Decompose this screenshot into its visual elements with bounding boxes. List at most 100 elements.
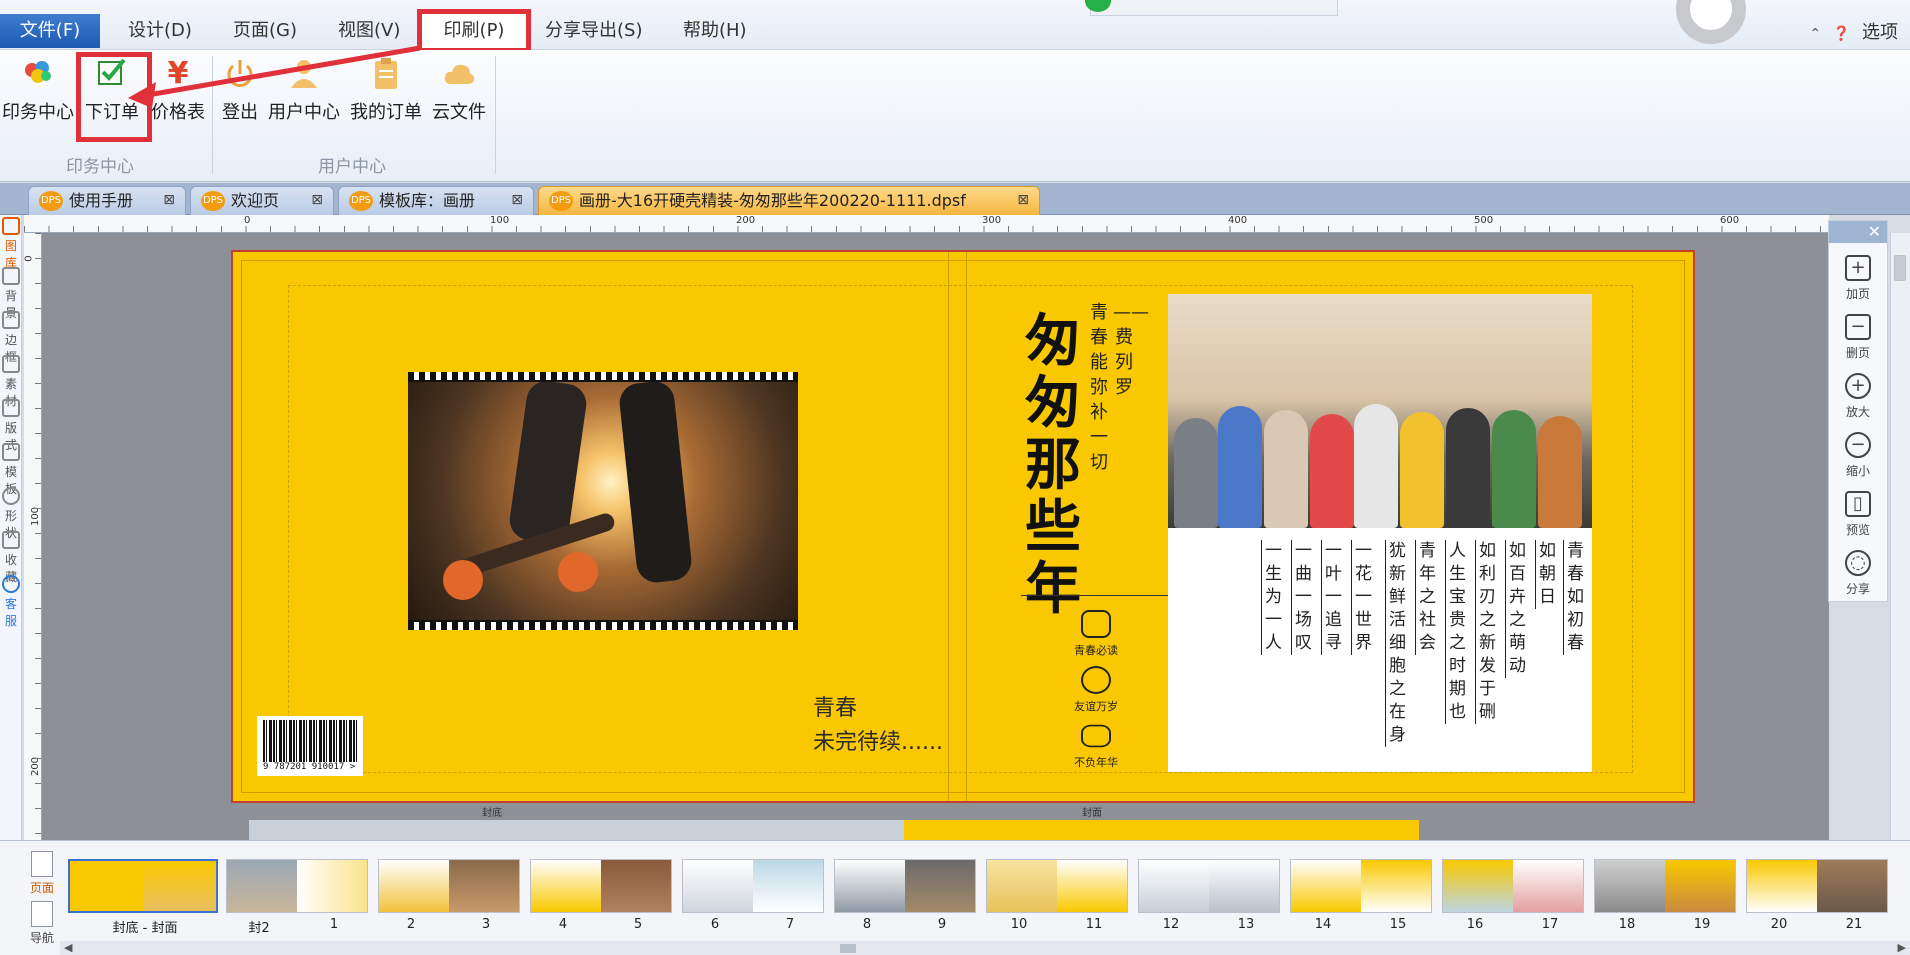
menu-print[interactable]: 印刷(P) [417,9,531,53]
my-orders-button[interactable]: 我的订单 [349,56,423,124]
navigation-icon [31,901,53,927]
close-icon[interactable]: ⊠ [511,187,523,214]
help-icon[interactable]: ❓ [1833,26,1850,42]
tab-pages[interactable]: 页面 [24,851,60,896]
scrollbar-thumb[interactable] [1894,255,1906,281]
thumb-page-6-7[interactable] [682,859,824,913]
tab-welcome[interactable]: DPS 欢迎页 ⊠ [190,186,334,215]
spine-line [948,252,949,801]
delete-page-button[interactable]: − 删页 [1829,314,1887,361]
quick-access-toolbar[interactable] [1085,0,1338,16]
zoom-out-icon: − [1845,432,1871,458]
scroll-right-icon[interactable]: ▶ [1898,941,1906,954]
cover-spread[interactable]: 9 787201 910017 > 青春 未完待续...... 匆匆那些年 青春… [231,250,1695,803]
thumb-page-10-11[interactable] [986,859,1128,913]
close-icon[interactable]: ⊠ [163,187,175,214]
page-thumbnail-bar: 页面 导航 封底 - 封面 封2 1 2 3 4 5 6 7 8 9 10 11… [0,840,1910,955]
logout-button[interactable]: 登出 [218,56,262,124]
price-list-button[interactable]: ¥ 价格表 [150,56,206,124]
close-icon[interactable]: ⊠ [1017,187,1029,214]
menu-file[interactable]: 文件(F) [0,14,100,48]
thumb-page-16-17[interactable] [1442,859,1584,913]
tab-template-library[interactable]: DPS 模板库：画册 ⊠ [338,186,534,215]
horizontal-ruler: 0 100 200 300 400 500 600 [24,215,1829,233]
thumb-half [449,860,519,912]
collapse-icon[interactable]: ⌃ [1809,26,1821,42]
thumb-cover[interactable] [68,859,218,913]
thumb-page-c2-1[interactable] [226,859,368,913]
thumb-page-18-19[interactable] [1594,859,1736,913]
thumb-half [379,860,449,912]
sidebar-item-gallery[interactable]: 图库 [0,217,22,271]
poem-line: 青春如初春 [1563,540,1585,655]
thumb-half [143,861,216,911]
badge-youth[interactable]: 青春必读 [1041,610,1151,658]
options-label[interactable]: 选项 [1862,22,1898,43]
yen-icon: ¥ [167,56,189,91]
thumb-half [835,860,905,912]
thumb-label: 8 [862,917,872,932]
preview-button[interactable]: ▯ 预览 [1829,491,1887,538]
zoom-in-button[interactable]: + 放大 [1829,373,1887,420]
add-page-button[interactable]: + 加页 [1829,255,1887,302]
print-center-icon [22,56,54,92]
scroll-left-icon[interactable]: ◀ [64,941,72,954]
isbn-barcode[interactable]: 9 787201 910017 > [257,716,363,776]
thumb-page-12-13[interactable] [1138,859,1280,913]
vertical-scrollbar[interactable] [1890,233,1910,840]
menu-help[interactable]: 帮助(H) [683,14,747,48]
poem-line: 人生宝贵之时期也 [1445,540,1467,724]
photo-wheel [558,552,598,592]
cover-author[interactable]: ——费列罗 [1113,300,1149,400]
thumb-label: 1 [329,917,339,932]
ruler-label: 600 [1720,215,1740,226]
thumb-half [1443,860,1513,912]
zoom-out-button[interactable]: − 缩小 [1829,432,1887,479]
thumb-label: 9 [937,917,947,932]
print-center-button[interactable]: 印务中心 [2,56,74,124]
thumb-half [297,860,367,912]
thumb-page-2-3[interactable] [378,859,520,913]
options-area[interactable]: ⌃ ❓ 选项 [1809,18,1898,44]
thumb-page-20-21[interactable] [1746,859,1888,913]
menu-design[interactable]: 设计(D) [128,14,192,48]
badge-youth-years[interactable]: 不负年华 [1041,722,1151,770]
user-icon [288,56,320,92]
back-cover-text[interactable]: 青春 未完待续...... [813,692,943,760]
badge-friendship[interactable]: 友谊万岁 [1041,666,1151,714]
thumb-label: 21 [1845,917,1863,932]
film-photo-frame[interactable] [408,372,798,630]
photo-person [1446,408,1490,528]
close-icon[interactable]: ✕ [1829,221,1887,243]
cover-subtitle[interactable]: 青春能弥补一切 [1088,300,1110,475]
tab-user-manual[interactable]: DPS 使用手册 ⊠ [28,186,186,215]
scrollbar-thumb[interactable] [840,944,856,953]
cloud-files-button[interactable]: 云文件 [430,56,488,124]
thumb-page-4-5[interactable] [530,859,672,913]
poem-text-block[interactable]: 一生为一人 一曲一场叹 一叶一追寻 一花一世界 犹新鲜活细胞之在身 青年之社会 … [1168,528,1592,772]
cover-title[interactable]: 匆匆那些年 [1023,310,1083,620]
tab-navigation[interactable]: 导航 [24,901,60,946]
friends-photo[interactable] [1168,294,1592,528]
sidebar-item-support[interactable]: 客服 [0,575,22,629]
thumb-label: 18 [1618,917,1636,932]
menu-page[interactable]: 页面(G) [233,14,297,48]
wechat-icon: ◌ [1845,550,1871,576]
barcode-bars [263,720,357,762]
thumb-label: 10 [1010,917,1028,932]
spine-line [966,252,967,801]
close-icon[interactable]: ⊠ [311,187,323,214]
thumb-page-8-9[interactable] [834,859,976,913]
menu-view[interactable]: 视图(V) [338,14,400,48]
menu-share-export[interactable]: 分享导出(S) [545,14,642,48]
share-button[interactable]: ◌ 分享 [1829,550,1887,597]
thumb-label: 17 [1541,917,1559,932]
background-icon [2,267,20,285]
left-resource-panel: 图库 背景 边框 素材 版式 模板 形状 收藏 客服 [0,215,22,840]
page-icon [31,851,53,877]
thumb-page-14-15[interactable] [1290,859,1432,913]
tab-current-document[interactable]: DPS 画册-大16开硬壳精装-匆匆那些年200220-1111.dpsf ⊠ [538,186,1040,215]
horizontal-scrollbar[interactable]: ◀ ▶ [60,941,1910,955]
design-canvas[interactable]: 9 787201 910017 > 青春 未完待续...... 匆匆那些年 青春… [42,233,1829,840]
user-center-button[interactable]: 用户中心 [267,56,341,124]
